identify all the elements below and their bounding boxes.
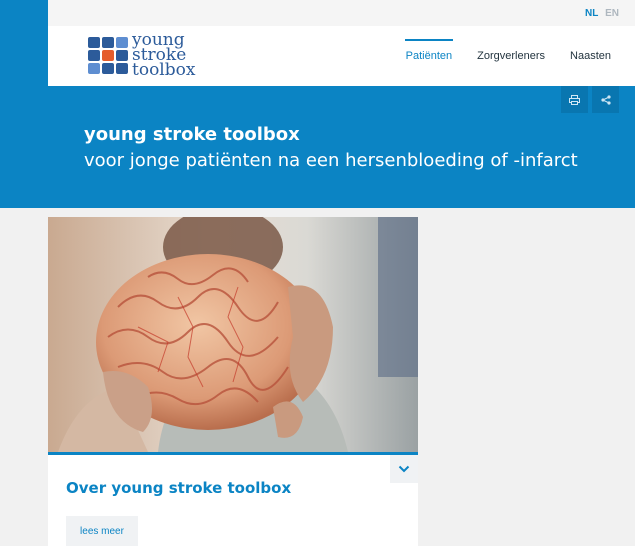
site-header: young stroke toolbox Patiënten Zorgverle… xyxy=(48,26,635,86)
nav-item-relatives[interactable]: Naasten xyxy=(570,44,611,68)
logo-wordmark: young stroke toolbox xyxy=(132,29,196,80)
lang-en-link[interactable]: EN xyxy=(605,8,619,19)
hero-subtitle: voor jonge patiënten na een hersenbloedi… xyxy=(84,150,578,171)
expand-button[interactable] xyxy=(390,455,418,483)
brain-photo xyxy=(48,217,418,452)
top-bar: NL EN xyxy=(48,0,635,26)
nav-item-patients[interactable]: Patiënten xyxy=(404,39,454,68)
print-button[interactable] xyxy=(561,86,588,113)
share-button[interactable] xyxy=(592,86,619,113)
site-logo[interactable]: young stroke toolbox xyxy=(88,29,195,81)
hero-banner: young stroke toolbox voor jonge patiënte… xyxy=(0,86,635,208)
card-title[interactable]: Over young stroke toolbox xyxy=(66,479,291,497)
hero-title: young stroke toolbox xyxy=(84,124,300,145)
share-icon xyxy=(600,94,611,105)
read-more-button[interactable]: lees meer xyxy=(66,516,138,546)
left-accent-strip xyxy=(0,0,48,86)
nav-item-caregivers[interactable]: Zorgverleners xyxy=(477,44,545,68)
card-body: Over young stroke toolbox lees meer xyxy=(48,455,418,546)
lang-nl-link[interactable]: NL xyxy=(585,8,598,19)
logo-mark-icon xyxy=(88,36,128,74)
chevron-down-icon xyxy=(398,465,410,473)
page-tools xyxy=(561,86,619,113)
card-image[interactable] xyxy=(48,217,418,452)
page: NL EN young stroke toolbox Patiënten Zor… xyxy=(0,0,635,546)
language-switcher: NL EN xyxy=(585,8,619,19)
printer-icon xyxy=(569,94,580,105)
main-nav: Patiënten Zorgverleners Naasten xyxy=(404,26,635,86)
